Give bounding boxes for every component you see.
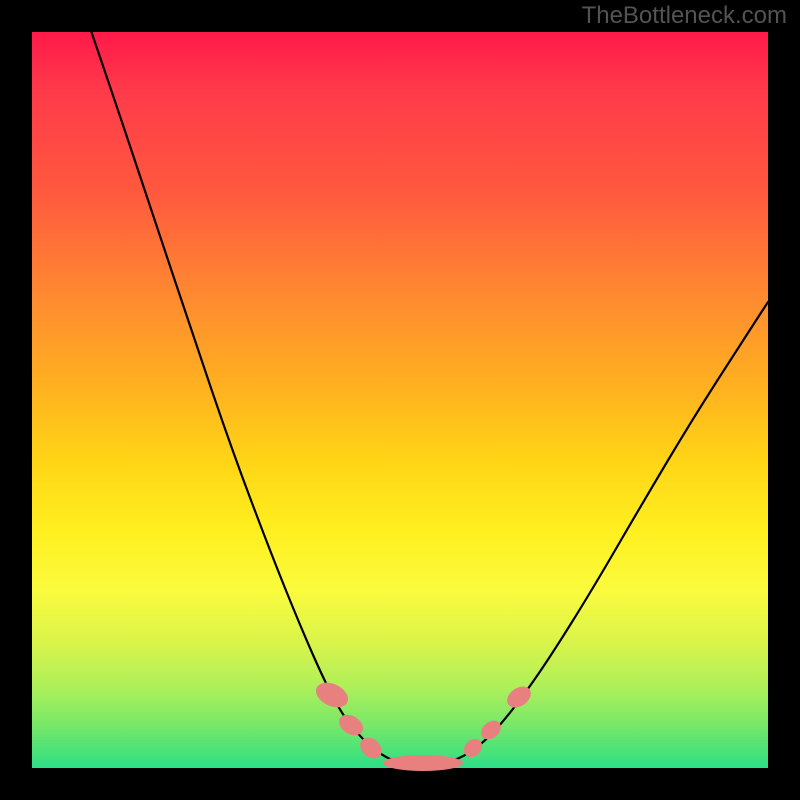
marker-bottom-band (383, 755, 463, 771)
watermark-text: TheBottleneck.com (582, 2, 787, 30)
marker-right-cap-1 (460, 735, 486, 760)
marker-right-cap-2 (477, 717, 504, 743)
series-right-curve (422, 302, 768, 766)
chart-outer-frame: TheBottleneck.com (0, 0, 800, 800)
chart-series (88, 22, 768, 766)
marker-left-cap-1 (312, 678, 352, 713)
marker-left-cap-2 (335, 710, 367, 739)
series-left-curve (88, 22, 422, 766)
chart-svg (32, 32, 768, 768)
